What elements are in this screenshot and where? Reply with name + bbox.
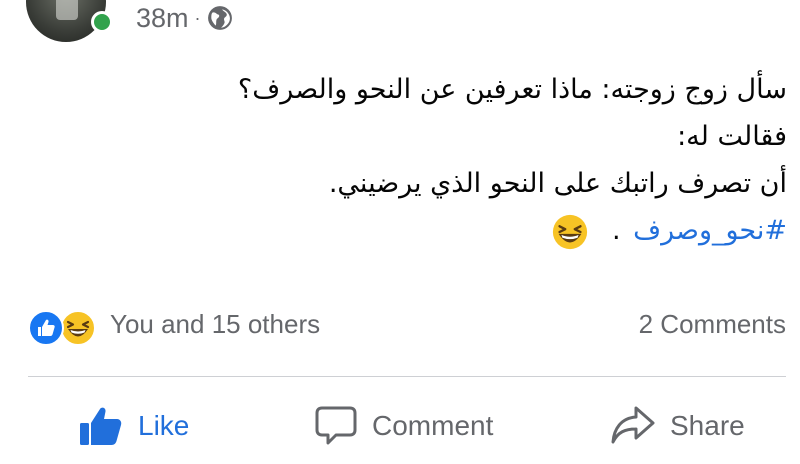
hashtag-link[interactable]: #نحو_وصرف <box>633 215 787 246</box>
hashtag-period: . <box>611 215 621 246</box>
haha-reaction-icon <box>60 310 96 346</box>
post-card: 38m · سأل زوج زوجته: ماذا تعرفين عن النح… <box>0 0 800 464</box>
like-button[interactable]: Like <box>78 400 189 452</box>
post-text-line-3: أن تصرف راتبك على النحو الذي يرضيني. <box>328 168 787 199</box>
online-status-indicator <box>91 11 113 33</box>
reactions-summary[interactable]: You and 15 others <box>110 309 320 340</box>
share-arrow-icon <box>611 406 655 444</box>
post-text: سأل زوج زوجته: ماذا تعرفين عن النحو والص… <box>87 66 787 254</box>
reaction-icons[interactable] <box>28 310 102 346</box>
comment-label: Comment <box>372 410 494 441</box>
post-text-line-2: فقالت له: <box>677 121 787 152</box>
reactions-bar: You and 15 others 2 Comments <box>0 304 800 348</box>
grinning-squinting-face-icon <box>553 214 588 249</box>
post-header: 38m · <box>0 0 800 48</box>
post-meta: 38m · <box>136 2 233 34</box>
share-label: Share <box>670 410 745 441</box>
comment-icon <box>315 406 357 445</box>
thumbs-up-icon <box>80 407 122 445</box>
comments-count[interactable]: 2 Comments <box>639 309 786 340</box>
meta-separator: · <box>194 8 201 28</box>
like-label: Like <box>138 410 190 441</box>
hashtag-line: #نحو_وصرف . <box>87 207 787 254</box>
post-timestamp[interactable]: 38m <box>136 3 189 34</box>
actions-divider <box>28 376 786 377</box>
post-text-line-1: سأل زوج زوجته: ماذا تعرفين عن النحو والص… <box>237 74 787 105</box>
globe-icon[interactable] <box>207 5 233 31</box>
post-actions: Like Comment Share <box>0 394 800 460</box>
comment-button[interactable]: Comment <box>314 400 493 452</box>
like-reaction-icon <box>28 310 64 346</box>
share-button[interactable]: Share <box>610 400 745 452</box>
